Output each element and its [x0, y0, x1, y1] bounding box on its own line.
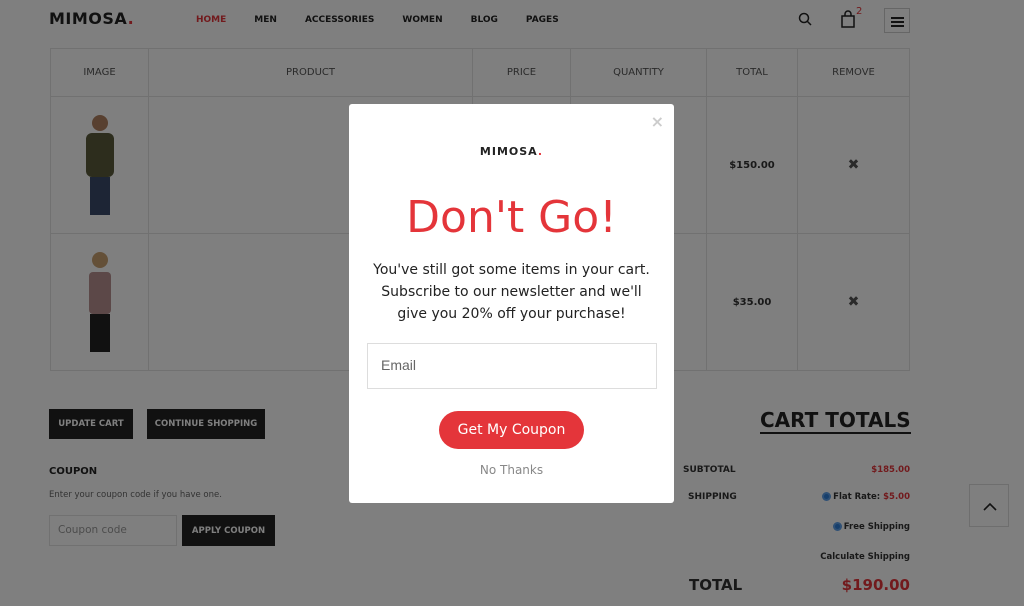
close-icon[interactable]: ×	[651, 112, 664, 131]
exit-intent-modal: × MIMOSA. Don't Go! You've still got som…	[349, 104, 674, 503]
modal-logo: MIMOSA.	[479, 145, 544, 158]
modal-title: Don't Go!	[406, 192, 617, 243]
email-input[interactable]: Email	[367, 343, 657, 389]
modal-message: You've still got some items in your cart…	[373, 262, 650, 322]
get-coupon-button[interactable]: Get My Coupon	[439, 411, 584, 449]
no-thanks-link[interactable]: No Thanks	[349, 463, 674, 477]
